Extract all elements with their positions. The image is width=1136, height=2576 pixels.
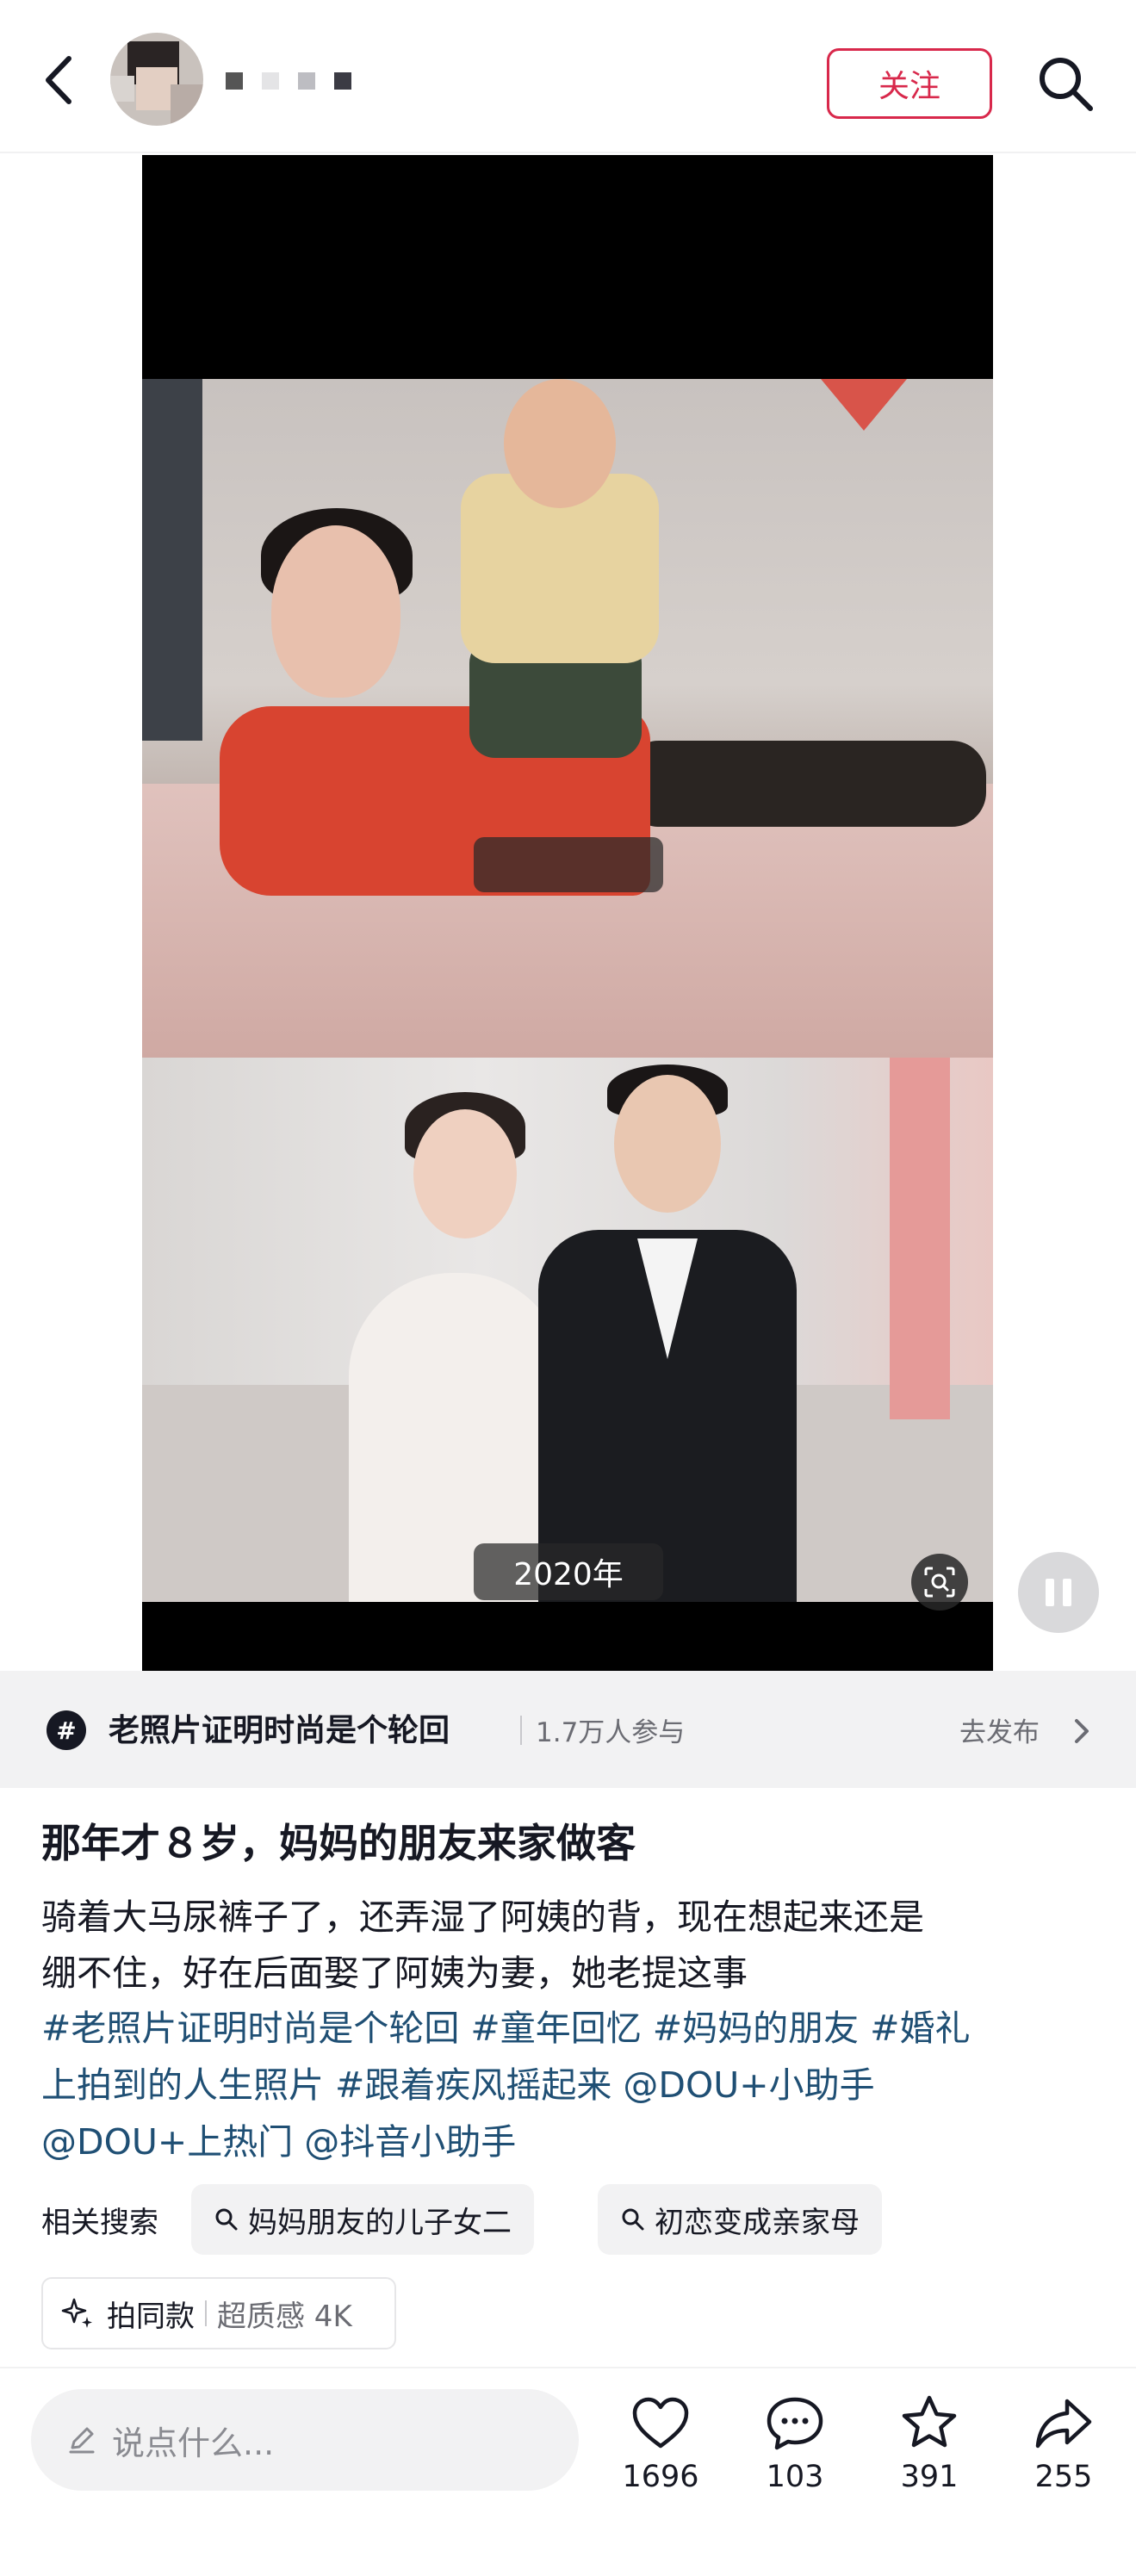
image-search-icon[interactable] <box>911 1554 968 1611</box>
divider <box>205 2300 207 2326</box>
template-quality: 超质感 4K <box>217 2299 352 2334</box>
tag-line[interactable]: #老照片证明时尚是个轮回 #童年回忆 #妈妈的朋友 #婚礼 <box>41 2000 1109 2057</box>
share-count: 255 <box>1034 2460 1093 2494</box>
author-name-redacted[interactable] <box>226 65 351 96</box>
top-nav-bar: 关注 <box>0 0 1136 153</box>
back-arrow-icon[interactable] <box>38 52 81 109</box>
old-photo-caption-redacted <box>474 837 663 892</box>
related-search-label: 相关搜索 <box>41 2206 158 2240</box>
year-caption: 2020年 <box>474 1543 663 1600</box>
redaction-block <box>262 72 279 90</box>
publish-link[interactable]: 去发布 <box>959 1710 1040 1749</box>
pause-bar <box>1046 1579 1054 1606</box>
favorite-button[interactable]: 391 <box>873 2393 985 2494</box>
bottom-action-bar: 说点什么... 1696 103 391 255 <box>0 2367 1136 2576</box>
pause-bar <box>1063 1579 1071 1606</box>
related-search-text: 初恋变成亲家母 <box>655 2205 860 2240</box>
chevron-right-icon <box>1075 1719 1089 1743</box>
star-icon <box>902 2395 957 2448</box>
redaction-block <box>298 72 315 90</box>
related-search-chip[interactable]: 初恋变成亲家母 <box>598 2184 882 2255</box>
old-family-photo <box>142 379 993 1058</box>
like-count: 1696 <box>622 2460 699 2494</box>
favorite-count: 391 <box>900 2460 959 2494</box>
redaction-block <box>226 72 243 90</box>
search-icon <box>215 2208 238 2231</box>
comment-input[interactable]: 说点什么... <box>31 2389 579 2491</box>
tag-line[interactable]: @DOU+上热门 @抖音小助手 <box>41 2114 1109 2170</box>
redaction-block <box>334 72 351 90</box>
topic-participants: 1.7万人参与 <box>536 1717 686 1748</box>
comment-bubble-icon <box>767 2397 823 2450</box>
description-line: 绷不住，好在后面娶了阿姨为妻，她老提这事 <box>41 1952 748 1994</box>
hashtag-icon: # <box>47 1710 86 1750</box>
description-line: 骑着大马尿裤子了，还弄湿了阿姨的背，现在想起来还是 <box>41 1896 924 1938</box>
sparkle-icon <box>61 2298 92 2328</box>
related-search-chip[interactable]: 妈妈朋友的儿子女二 <box>191 2184 534 2255</box>
topic-bar[interactable]: # 老照片证明时尚是个轮回 1.7万人参与 去发布 <box>0 1671 1136 1788</box>
shoot-same-template-button[interactable]: 拍同款 超质感 4K <box>41 2277 396 2349</box>
divider <box>520 1716 522 1745</box>
follow-button[interactable]: 关注 <box>827 48 992 119</box>
comment-button[interactable]: 103 <box>739 2393 851 2494</box>
pause-button[interactable] <box>1018 1552 1099 1633</box>
comment-placeholder: 说点什么... <box>112 2424 275 2462</box>
comment-count: 103 <box>766 2460 824 2494</box>
wedding-photo <box>142 1058 993 1602</box>
related-search-text: 妈妈朋友的儿子女二 <box>248 2205 512 2240</box>
author-avatar[interactable] <box>110 33 203 126</box>
template-label: 拍同款 <box>107 2299 195 2334</box>
heart-icon <box>632 2397 689 2449</box>
search-icon[interactable] <box>1035 53 1096 114</box>
tag-line[interactable]: 上拍到的人生照片 #跟着疾风摇起来 @DOU+小助手 <box>41 2057 1109 2114</box>
search-icon <box>622 2208 644 2231</box>
share-arrow-icon <box>1035 2399 1092 2449</box>
share-button[interactable]: 255 <box>1008 2393 1120 2494</box>
like-button[interactable]: 1696 <box>605 2393 717 2494</box>
post-description: 骑着大马尿裤子了，还弄湿了阿姨的背，现在想起来还是 绷不住，好在后面娶了阿姨为妻… <box>41 1890 1101 2002</box>
hashtags-mentions[interactable]: #老照片证明时尚是个轮回 #童年回忆 #妈妈的朋友 #婚礼 上拍到的人生照片 #… <box>41 2000 1109 2170</box>
post-title: 那年才８岁，妈妈的朋友来家做客 <box>41 1820 636 1866</box>
topic-title: 老照片证明时尚是个轮回 <box>109 1713 450 1748</box>
pencil-icon <box>69 2427 95 2454</box>
video-player[interactable]: 2020年 <box>142 155 993 1671</box>
